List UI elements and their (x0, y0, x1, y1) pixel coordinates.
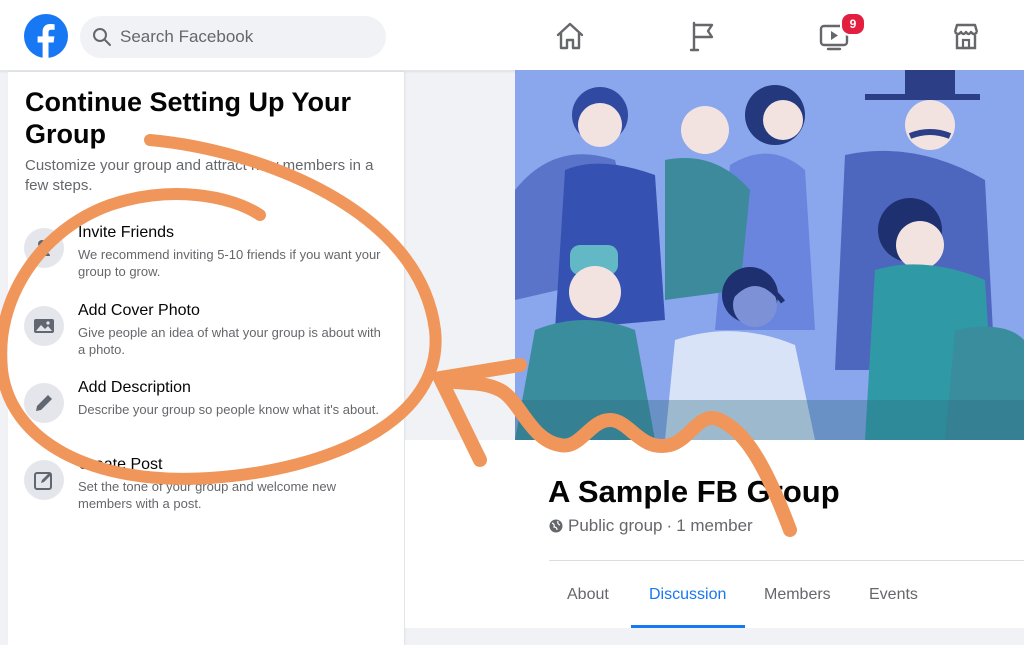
search-input[interactable] (118, 26, 362, 48)
search-icon (93, 28, 111, 46)
step-description: Set the tone of your group and welcome n… (78, 479, 336, 511)
top-navigation-bar: 9 (0, 0, 1024, 71)
group-setup-panel: Continue Setting Up Your Group Customize… (8, 72, 404, 645)
group-name: A Sample FB Group (548, 474, 840, 509)
step-title: Add Cover Photo (78, 302, 200, 319)
tab-events[interactable]: Events (869, 586, 918, 604)
active-tab-indicator (631, 625, 745, 628)
facebook-logo-icon[interactable] (24, 14, 68, 58)
people-illustration (515, 70, 1024, 440)
image-icon (24, 306, 64, 346)
header-divider (549, 560, 1024, 561)
globe-icon (549, 519, 563, 533)
add-person-icon (24, 228, 64, 268)
step-title: Add Description (78, 379, 191, 396)
step-description: Describe your group so people know what … (78, 402, 379, 417)
tab-about[interactable]: About (567, 586, 609, 604)
notification-badge: 9 (840, 12, 866, 36)
group-meta: Public group · 1 member (549, 516, 753, 536)
member-count[interactable]: 1 member (676, 516, 753, 536)
step-title: Create Post (78, 456, 163, 473)
home-icon[interactable] (554, 20, 586, 52)
meta-separator: · (666, 516, 673, 535)
step-title: Invite Friends (78, 224, 175, 241)
group-privacy: Public group (568, 516, 663, 535)
setup-subtitle: Customize your group and attract new mem… (25, 157, 374, 194)
marketplace-icon[interactable] (950, 20, 982, 52)
tab-discussion[interactable]: Discussion (649, 586, 726, 604)
step-description: Give people an idea of what your group i… (78, 325, 381, 357)
search-bar[interactable] (80, 16, 386, 58)
edit-box-icon (24, 460, 64, 500)
group-cover-photo[interactable] (515, 70, 1024, 440)
step-description: We recommend inviting 5-10 friends if yo… (78, 247, 381, 279)
tab-members[interactable]: Members (764, 586, 831, 604)
pencil-icon (24, 383, 64, 423)
setup-title: Continue Setting Up Your Group (25, 87, 351, 149)
pages-flag-icon[interactable] (688, 20, 720, 52)
